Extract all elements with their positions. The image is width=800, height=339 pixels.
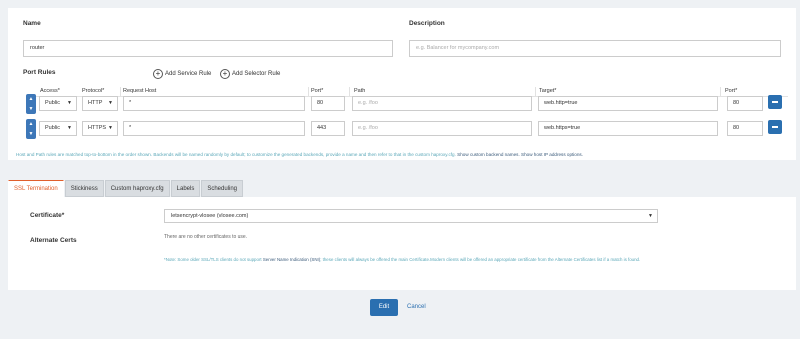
target-port-input[interactable]: 80: [727, 96, 763, 111]
add-service-rule-button[interactable]: + Add Service Rule: [153, 69, 211, 79]
chevron-up-icon: ▲: [28, 121, 34, 127]
alternate-certs-label: Alternate Certs: [30, 237, 77, 244]
protocol-select[interactable]: HTTPS ▼: [82, 121, 118, 136]
help-text: Host and Path rules are matched top-to-b…: [16, 152, 456, 157]
name-label: Name: [23, 20, 41, 27]
reorder-handle[interactable]: ▲ ▼: [26, 94, 36, 114]
target-input[interactable]: web.https=true: [538, 121, 718, 136]
description-label: Description: [409, 20, 445, 27]
remove-rule-button[interactable]: [768, 95, 782, 109]
add-selector-rule-label: Add Selector Rule: [232, 71, 281, 77]
caret-down-icon: ▼: [67, 100, 72, 106]
certificate-select[interactable]: letsencrypt-vlosee (vlosee.com) ▼: [164, 209, 658, 223]
minus-icon: [772, 126, 778, 128]
port-input[interactable]: 443: [311, 121, 345, 136]
protocol-select[interactable]: HTTP ▼: [82, 96, 118, 111]
reorder-handle[interactable]: ▲ ▼: [26, 119, 36, 139]
caret-down-icon: ▼: [648, 213, 653, 219]
path-input[interactable]: e.g. /foo: [352, 96, 532, 111]
no-other-certs-text: There are no other certificates to use.: [164, 234, 248, 240]
note-prefix: *Note: Some older SSL/TLS clients do not…: [164, 257, 262, 262]
minus-icon: [772, 101, 778, 103]
settings-tabs: SSL Termination Stickiness Custom haprox…: [8, 180, 244, 197]
protocol-value: HTTPS: [88, 125, 107, 131]
note-suffix: ; these clients will always be offered t…: [320, 257, 641, 262]
show-host-ip-link[interactable]: Show host IP address options.: [521, 152, 583, 157]
description-input[interactable]: e.g. Balancer for mycompany.com: [409, 40, 781, 57]
sni-link[interactable]: Server Name Indication (SNI): [263, 257, 320, 262]
plus-circle-icon: +: [220, 69, 230, 79]
port-rule-row: ▲ ▼ Public ▼ HTTP ▼ * 80 e.g. /foo web.h…: [8, 94, 796, 114]
target-input[interactable]: web.http=true: [538, 96, 718, 111]
access-select[interactable]: Public ▼: [39, 96, 77, 111]
edit-button[interactable]: Edit: [370, 299, 398, 316]
path-input[interactable]: e.g. /foo: [352, 121, 532, 136]
access-value: Public: [45, 125, 60, 131]
tab-labels[interactable]: Labels: [170, 180, 201, 197]
request-host-input[interactable]: *: [123, 96, 305, 111]
certificate-label: Certificate*: [30, 212, 65, 219]
tab-stickiness[interactable]: Stickiness: [64, 180, 104, 197]
sni-note: *Note: Some older SSL/TLS clients do not…: [164, 256, 664, 263]
form-card: Name router Description e.g. Balancer fo…: [8, 8, 796, 160]
chevron-up-icon: ▲: [28, 96, 34, 102]
ssl-panel: Certificate* letsencrypt-vlosee (vlosee.…: [8, 197, 796, 290]
tab-scheduling[interactable]: Scheduling: [201, 180, 244, 197]
add-service-rule-label: Add Service Rule: [165, 71, 212, 77]
chevron-down-icon: ▼: [28, 131, 34, 137]
chevron-down-icon: ▼: [28, 106, 34, 112]
target-port-input[interactable]: 80: [727, 121, 763, 136]
port-rule-row: ▲ ▼ Public ▼ HTTPS ▼ * 443 e.g. /foo web…: [8, 119, 796, 139]
port-rules-help: Host and Path rules are matched top-to-b…: [16, 152, 786, 157]
tab-ssl-termination[interactable]: SSL Termination: [8, 180, 64, 197]
certificate-value: letsencrypt-vlosee (vlosee.com): [171, 213, 249, 219]
add-selector-rule-button[interactable]: + Add Selector Rule: [220, 69, 280, 79]
tab-custom-haproxy[interactable]: Custom haproxy.cfg: [104, 180, 170, 197]
access-select[interactable]: Public ▼: [39, 121, 77, 136]
protocol-value: HTTP: [88, 100, 103, 106]
plus-circle-icon: +: [153, 69, 163, 79]
request-host-input[interactable]: *: [123, 121, 305, 136]
show-backend-names-link[interactable]: Show custom backend names.: [457, 152, 520, 157]
caret-down-icon: ▼: [67, 125, 72, 131]
access-value: Public: [45, 100, 60, 106]
port-rules-title: Port Rules: [23, 69, 56, 76]
name-input[interactable]: router: [23, 40, 393, 57]
port-input[interactable]: 80: [311, 96, 345, 111]
caret-down-icon: ▼: [108, 100, 113, 106]
cancel-button[interactable]: Cancel: [407, 299, 426, 316]
remove-rule-button[interactable]: [768, 120, 782, 134]
caret-down-icon: ▼: [108, 125, 113, 131]
